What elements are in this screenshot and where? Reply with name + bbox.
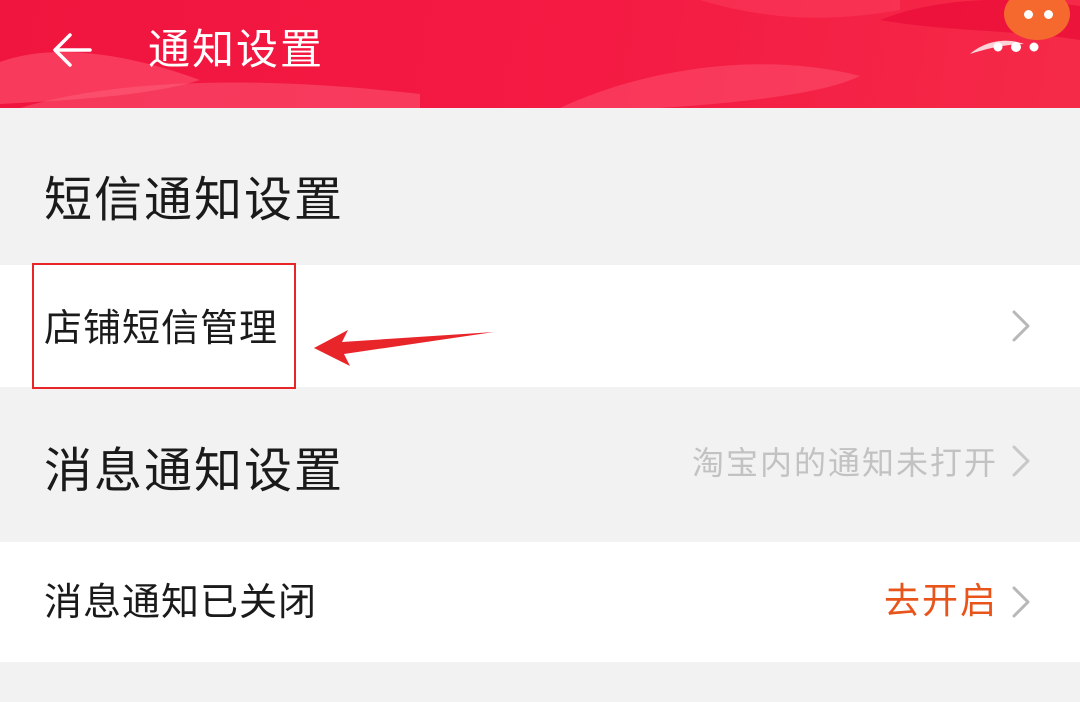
more-dots-icon[interactable] (968, 30, 1048, 64)
message-section-title: 消息通知设置 (44, 443, 345, 499)
bottom-spacer (0, 662, 1080, 702)
arrow-left-icon[interactable] (50, 30, 94, 70)
enable-notification-link[interactable]: 去开启 (884, 578, 998, 626)
message-notification-row[interactable]: 消息通知已关闭 去开启 (0, 542, 1080, 662)
chevron-right-icon (1012, 310, 1030, 342)
chevron-right-icon (1012, 586, 1030, 618)
mascot-eye-left (1024, 10, 1033, 19)
chevron-right-icon (1012, 445, 1030, 477)
shop-sms-management-row[interactable]: 店铺短信管理 (0, 265, 1080, 387)
sms-section-header: 短信通知设置 (0, 108, 1080, 265)
message-section-header[interactable]: 消息通知设置 淘宝内的通知未打开 (0, 387, 1080, 542)
shop-sms-management-label: 店铺短信管理 (44, 306, 279, 350)
message-notification-status-label: 消息通知已关闭 (44, 580, 318, 624)
mascot-eye-right (1044, 10, 1053, 19)
sms-section-title: 短信通知设置 (44, 172, 345, 228)
notification-disabled-hint: 淘宝内的通知未打开 (691, 444, 998, 482)
page-title: 通知设置 (148, 25, 325, 74)
top-app-bar: 通知设置 (0, 0, 1080, 108)
